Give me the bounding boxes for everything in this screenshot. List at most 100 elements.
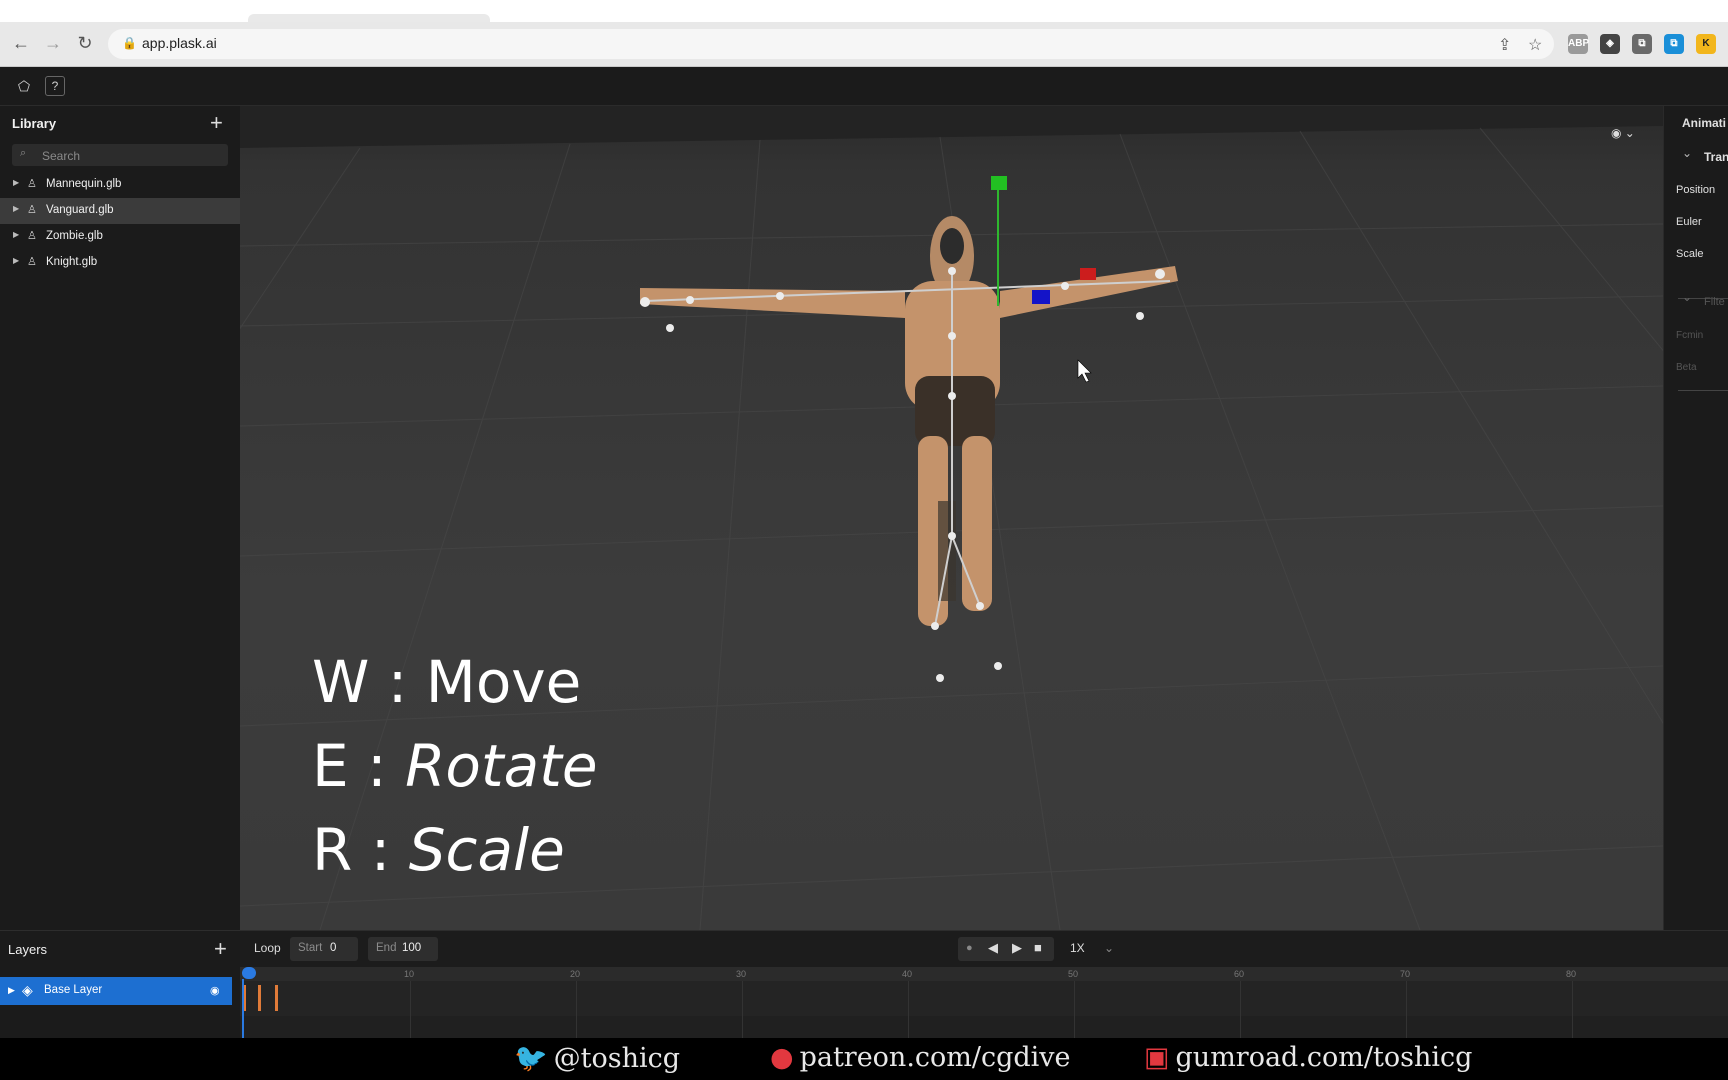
start-value[interactable]: 0	[330, 942, 336, 954]
back-icon[interactable]: ←	[10, 32, 32, 54]
end-frame-field[interactable]: End 100	[368, 937, 438, 961]
shield-extension-icon[interactable]: ◈	[1600, 34, 1620, 54]
model-icon: ♙	[27, 256, 37, 268]
expand-arrow-icon[interactable]: ▶	[13, 256, 19, 265]
gumroad-icon: ▣	[1144, 1042, 1170, 1073]
chevron-down-icon[interactable]: ⌄	[1682, 146, 1692, 160]
layer-stack-icon: ◈	[22, 982, 33, 998]
timeline-ruler[interactable]: 0 10 20 30 40 50 60 70 80	[240, 967, 1728, 981]
tick-label: 20	[570, 969, 581, 979]
add-asset-button[interactable]: +	[210, 110, 223, 136]
hint-rotate: E : Rotate	[312, 732, 598, 800]
patreon-credit: ● patreon.com/cgdive	[770, 1042, 1071, 1073]
tick-label: 10	[404, 969, 415, 979]
library-item-mannequin[interactable]: ▶ ♙ Mannequin.glb	[0, 172, 240, 198]
expand-arrow-icon[interactable]: ▶	[8, 985, 15, 996]
grid-line	[410, 981, 411, 1039]
grid-line	[1240, 981, 1241, 1039]
character-model[interactable]	[640, 176, 1178, 682]
tick-label: 70	[1400, 969, 1411, 979]
tick-label: 40	[902, 969, 913, 979]
animation-panel: Animati ⌄ Tran Position Euler Scale ⌄ Fi…	[1663, 106, 1728, 930]
grid-line	[576, 981, 577, 1039]
expand-arrow-icon[interactable]: ▶	[13, 204, 19, 213]
base-layer-row[interactable]: ▶ ◈ Base Layer ◉	[0, 977, 232, 1005]
grid-line	[908, 981, 909, 1039]
tick-label: 80	[1566, 969, 1577, 979]
twitter-credit: 🐦 @toshicg	[514, 1043, 681, 1074]
start-frame-field[interactable]: Start 0	[290, 937, 358, 961]
timeline-track-row[interactable]	[240, 1016, 1728, 1039]
lock-icon: 🔒	[122, 36, 137, 50]
stop-button[interactable]: ■	[1034, 940, 1042, 955]
plask-logo-icon[interactable]: ⬠	[14, 76, 34, 96]
shortcut-hint-overlay: W : Move E : Rotate R : Scale	[312, 640, 598, 892]
end-label: End	[376, 942, 397, 954]
tab-animation[interactable]: Animati	[1682, 116, 1726, 130]
expand-arrow-icon[interactable]: ▶	[13, 230, 19, 239]
search-icon: ⌕	[20, 147, 27, 159]
library-item-vanguard[interactable]: ▶ ♙ Vanguard.glb	[0, 198, 240, 224]
window-extension-icon[interactable]: ⧉	[1632, 34, 1652, 54]
translate-extension-icon[interactable]: ⧉	[1664, 34, 1684, 54]
start-label: Start	[298, 942, 323, 954]
hint-scale: R : Scale	[312, 816, 565, 884]
record-button[interactable]: ●	[966, 942, 973, 954]
library-item-zombie[interactable]: ▶ ♙ Zombie.glb	[0, 224, 240, 250]
library-panel: Library + ⌕ ▶ ♙ Mannequin.glb ▶ ♙ Vangua…	[0, 106, 241, 930]
grid-line	[1074, 981, 1075, 1039]
timeline-panel: Loop Start 0 End 100 ● ◀ ▶ ■ 1X ⌄ 0 10 2…	[240, 930, 1728, 1039]
app-top-bar: ⬠ ?	[0, 67, 1728, 106]
library-item-label: Vanguard.glb	[46, 204, 114, 216]
help-button[interactable]: ?	[45, 76, 65, 96]
transform-section-title: Tran	[1704, 150, 1728, 164]
eye-icon[interactable]: ◉	[210, 984, 220, 997]
forward-icon[interactable]: →	[42, 32, 64, 54]
3d-viewport[interactable]: ◉ ⌄ W : Move E : Rotate R : Scale	[240, 106, 1663, 930]
tick-label: 60	[1234, 969, 1245, 979]
tick-label: 30	[736, 969, 747, 979]
library-title: Library	[12, 116, 57, 131]
reload-icon[interactable]: ↻	[74, 32, 96, 54]
timeline-toolbar: Loop Start 0 End 100 ● ◀ ▶ ■ 1X ⌄	[240, 931, 1728, 967]
base-layer-label: Base Layer	[44, 984, 103, 996]
gumroad-credit: ▣ gumroad.com/toshicg	[1144, 1042, 1473, 1073]
fcmin-label: Fcmin	[1676, 330, 1704, 341]
position-label: Position	[1676, 184, 1716, 196]
address-bar[interactable]: 🔒 app.plask.ai ⇪ ☆	[108, 29, 1554, 59]
layers-panel: Layers + ▶ ◈ Base Layer ◉	[0, 930, 241, 1039]
playhead-line	[242, 979, 244, 1039]
model-icon: ♙	[27, 230, 37, 242]
search-input[interactable]	[40, 146, 224, 166]
loop-toggle[interactable]: Loop	[254, 941, 281, 955]
divider	[1678, 390, 1728, 391]
layers-title: Layers	[8, 942, 48, 957]
twitter-icon: 🐦	[514, 1043, 548, 1074]
keyframe[interactable]	[275, 985, 278, 1011]
star-icon[interactable]: ☆	[1528, 35, 1542, 55]
library-item-label: Knight.glb	[46, 256, 98, 268]
chevron-down-icon[interactable]: ⌄	[1104, 941, 1114, 955]
expand-arrow-icon[interactable]: ▶	[13, 178, 19, 187]
visibility-toggle-icon[interactable]: ◉ ⌄	[1611, 126, 1635, 140]
library-item-knight[interactable]: ▶ ♙ Knight.glb	[0, 250, 240, 276]
speed-select[interactable]: 1X	[1070, 941, 1085, 955]
prev-frame-button[interactable]: ◀	[988, 940, 998, 956]
share-icon[interactable]: ⇪	[1498, 35, 1511, 55]
chevron-down-icon[interactable]: ⌄	[1682, 290, 1692, 304]
end-value[interactable]: 100	[402, 942, 421, 954]
library-item-label: Zombie.glb	[46, 230, 103, 242]
scale-label: Scale	[1676, 248, 1704, 260]
filter-section-title: Filte	[1704, 296, 1725, 308]
play-button[interactable]: ▶	[1012, 940, 1022, 956]
playhead-handle[interactable]	[242, 967, 256, 979]
model-icon: ♙	[27, 178, 37, 190]
library-item-label: Mannequin.glb	[46, 178, 122, 190]
adblock-extension-icon[interactable]: ABP	[1568, 34, 1589, 54]
grid-line	[742, 981, 743, 1039]
library-search: ⌕	[12, 144, 228, 166]
keyframe[interactable]	[258, 985, 261, 1011]
k-extension-icon[interactable]: K	[1696, 34, 1716, 54]
url-text[interactable]: app.plask.ai	[142, 35, 217, 51]
add-layer-button[interactable]: +	[214, 936, 227, 962]
